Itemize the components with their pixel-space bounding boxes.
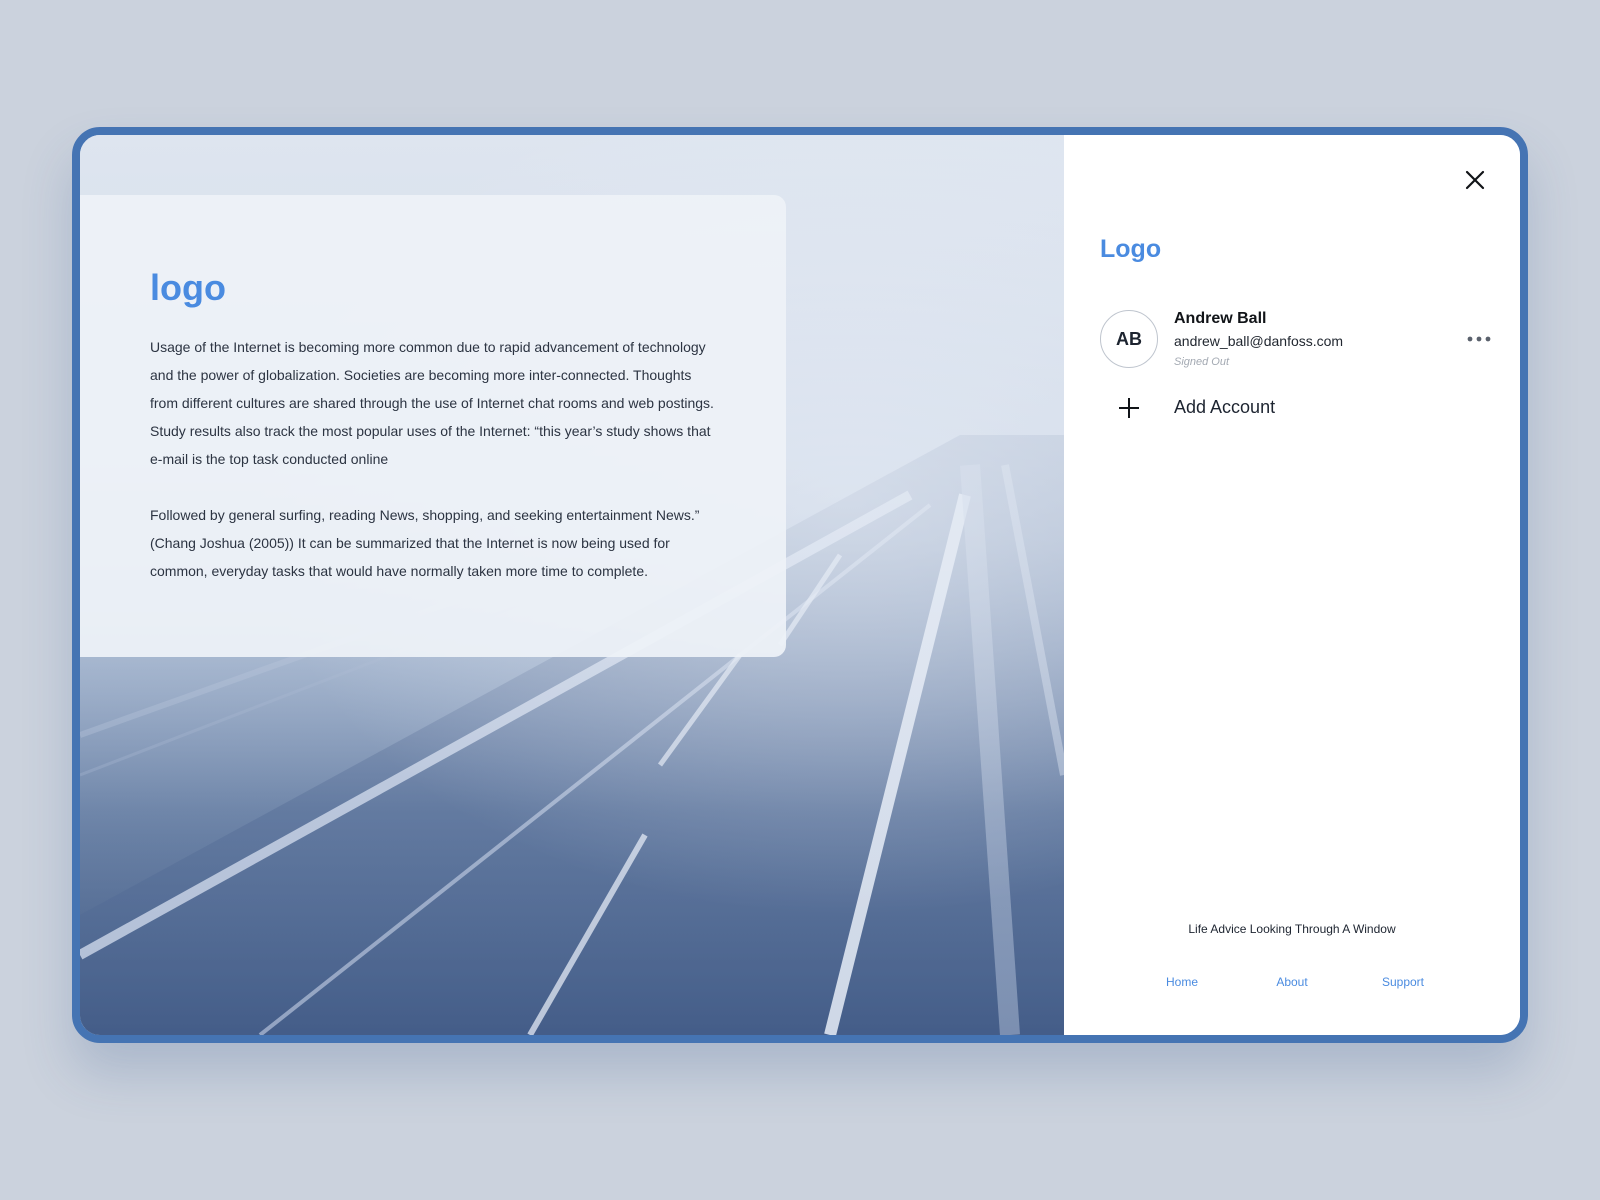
tagline: Life Advice Looking Through A Window bbox=[1188, 922, 1396, 936]
account-window: logo Usage of the Internet is becoming m… bbox=[72, 127, 1528, 1043]
account-name: Andrew Ball bbox=[1174, 310, 1267, 327]
account-entry[interactable]: AB Andrew Ball andrew_ball@danfoss.com S… bbox=[1100, 310, 1492, 372]
avatar: AB bbox=[1100, 310, 1158, 368]
account-panel: Logo AB Andrew Ball andrew_ball@danfoss.… bbox=[1064, 135, 1520, 1035]
more-horizontal-icon bbox=[1467, 336, 1491, 342]
close-button[interactable] bbox=[1462, 167, 1488, 193]
footer-link-about[interactable]: About bbox=[1276, 975, 1307, 989]
footer-link-home[interactable]: Home bbox=[1166, 975, 1198, 989]
account-status: Signed Out bbox=[1174, 356, 1230, 368]
card-paragraph-2: Followed by general surfing, reading New… bbox=[150, 507, 700, 579]
card-paragraph-1: Usage of the Internet is becoming more c… bbox=[150, 339, 714, 467]
info-card: logo Usage of the Internet is becoming m… bbox=[80, 195, 786, 657]
account-more-button[interactable] bbox=[1466, 332, 1492, 346]
plus-icon bbox=[1119, 398, 1139, 418]
footer-nav: Home About Support bbox=[1064, 975, 1520, 993]
close-icon bbox=[1465, 170, 1485, 190]
card-logo: logo bbox=[150, 267, 226, 308]
hero-image-area: logo Usage of the Internet is becoming m… bbox=[80, 135, 1064, 1035]
add-account-label: Add Account bbox=[1174, 397, 1276, 417]
account-email: andrew_ball@danfoss.com bbox=[1174, 333, 1344, 349]
footer-link-support[interactable]: Support bbox=[1382, 975, 1424, 989]
add-account-button[interactable]: Add Account bbox=[1100, 393, 1400, 423]
panel-logo: Logo bbox=[1100, 235, 1162, 263]
